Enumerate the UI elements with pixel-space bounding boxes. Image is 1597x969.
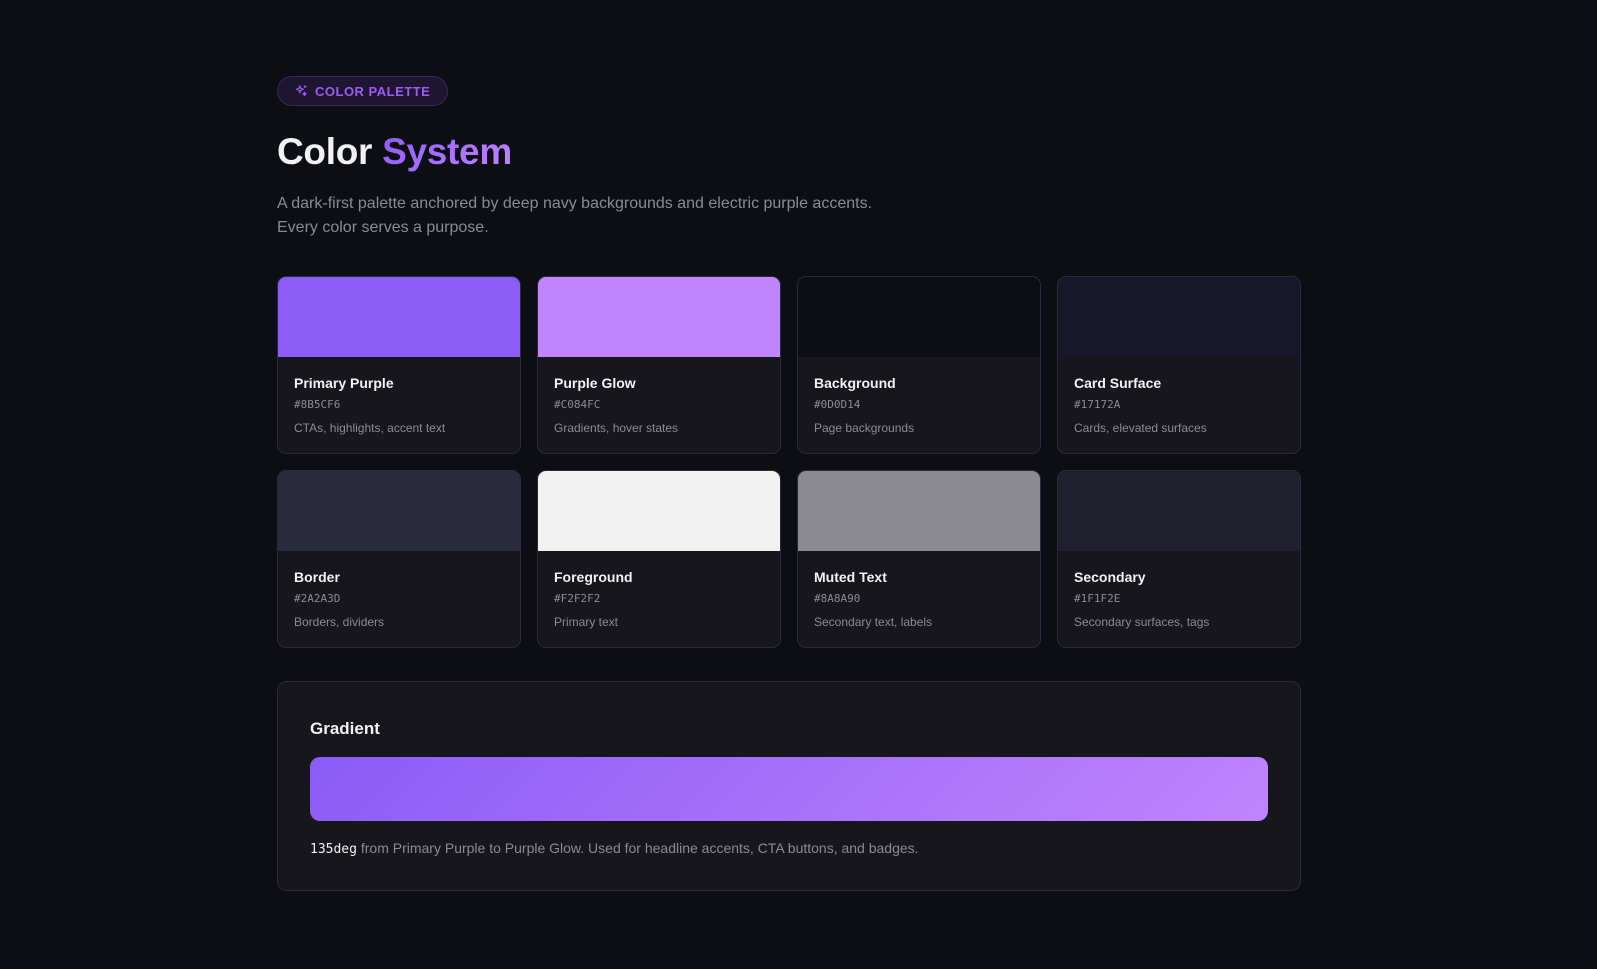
color-swatch: [1058, 277, 1300, 357]
color-card-background: Background #0D0D14 Page backgrounds: [797, 276, 1041, 454]
gradient-preview-bar: [310, 757, 1268, 821]
color-card-border: Border #2A2A3D Borders, dividers: [277, 470, 521, 648]
gradient-description: 135deg from Primary Purple to Purple Glo…: [310, 838, 1268, 860]
color-usage: Primary text: [554, 615, 619, 629]
subtitle-line-1: A dark-first palette anchored by deep na…: [277, 195, 873, 212]
color-swatch: [278, 471, 520, 551]
color-swatch: [538, 277, 780, 357]
color-name: Background: [814, 375, 896, 391]
color-hex: #1F1F2E: [1074, 592, 1121, 605]
color-card-foreground: Foreground #F2F2F2 Primary text: [537, 470, 781, 648]
page-title: Color System: [277, 130, 1301, 174]
color-usage: Page backgrounds: [814, 421, 915, 435]
color-name: Secondary: [1074, 569, 1146, 585]
subtitle-line-2: Every color serves a purpose.: [277, 219, 489, 236]
gradient-title: Gradient: [310, 719, 380, 738]
color-name: Foreground: [554, 569, 633, 585]
title-accent: System: [382, 131, 512, 172]
color-hex: #8A8A90: [814, 592, 861, 605]
color-usage: Borders, dividers: [294, 615, 385, 629]
color-swatch: [1058, 471, 1300, 551]
color-hex: #8B5CF6: [294, 398, 341, 411]
color-usage: Cards, elevated surfaces: [1074, 421, 1207, 435]
color-palette-badge: COLOR PALETTE: [277, 76, 449, 106]
color-hex: #F2F2F2: [554, 592, 601, 605]
gradient-panel: Gradient 135deg from Primary Purple to P…: [277, 681, 1301, 891]
color-name: Purple Glow: [554, 375, 636, 391]
color-usage: CTAs, highlights, accent text: [294, 421, 446, 435]
page-subtitle: A dark-first palette anchored by deep na…: [277, 192, 957, 240]
badge-label: COLOR PALETTE: [315, 83, 431, 99]
color-system-section: COLOR PALETTE Color System A dark-first …: [277, 76, 1301, 891]
color-hex: #C084FC: [554, 398, 601, 411]
color-name: Border: [294, 569, 340, 585]
color-name: Muted Text: [814, 569, 887, 585]
color-usage: Secondary text, labels: [814, 615, 933, 629]
color-hex: #2A2A3D: [294, 592, 341, 605]
color-card-secondary: Secondary #1F1F2E Secondary surfaces, ta…: [1057, 470, 1301, 648]
color-hex: #17172A: [1074, 398, 1121, 411]
color-card-primary-purple: Primary Purple #8B5CF6 CTAs, highlights,…: [277, 276, 521, 454]
color-name: Primary Purple: [294, 375, 394, 391]
gradient-angle: 135deg: [310, 842, 357, 857]
gradient-note-text: from Primary Purple to Purple Glow. Used…: [356, 840, 919, 856]
color-swatch: [278, 277, 520, 357]
color-card-card-surface: Card Surface #17172A Cards, elevated sur…: [1057, 276, 1301, 454]
sparkle-icon: [294, 84, 308, 98]
color-hex: #0D0D14: [814, 398, 861, 411]
color-swatch: [538, 471, 780, 551]
color-usage: Secondary surfaces, tags: [1074, 615, 1210, 629]
color-usage: Gradients, hover states: [554, 421, 679, 435]
color-card-purple-glow: Purple Glow #C084FC Gradients, hover sta…: [537, 276, 781, 454]
color-name: Card Surface: [1074, 375, 1162, 391]
color-card-muted-text: Muted Text #8A8A90 Secondary text, label…: [797, 470, 1041, 648]
color-swatch: [798, 471, 1040, 551]
color-swatch-grid: Primary Purple #8B5CF6 CTAs, highlights,…: [277, 276, 1301, 648]
color-swatch: [798, 277, 1040, 357]
title-main: Color: [277, 131, 373, 172]
